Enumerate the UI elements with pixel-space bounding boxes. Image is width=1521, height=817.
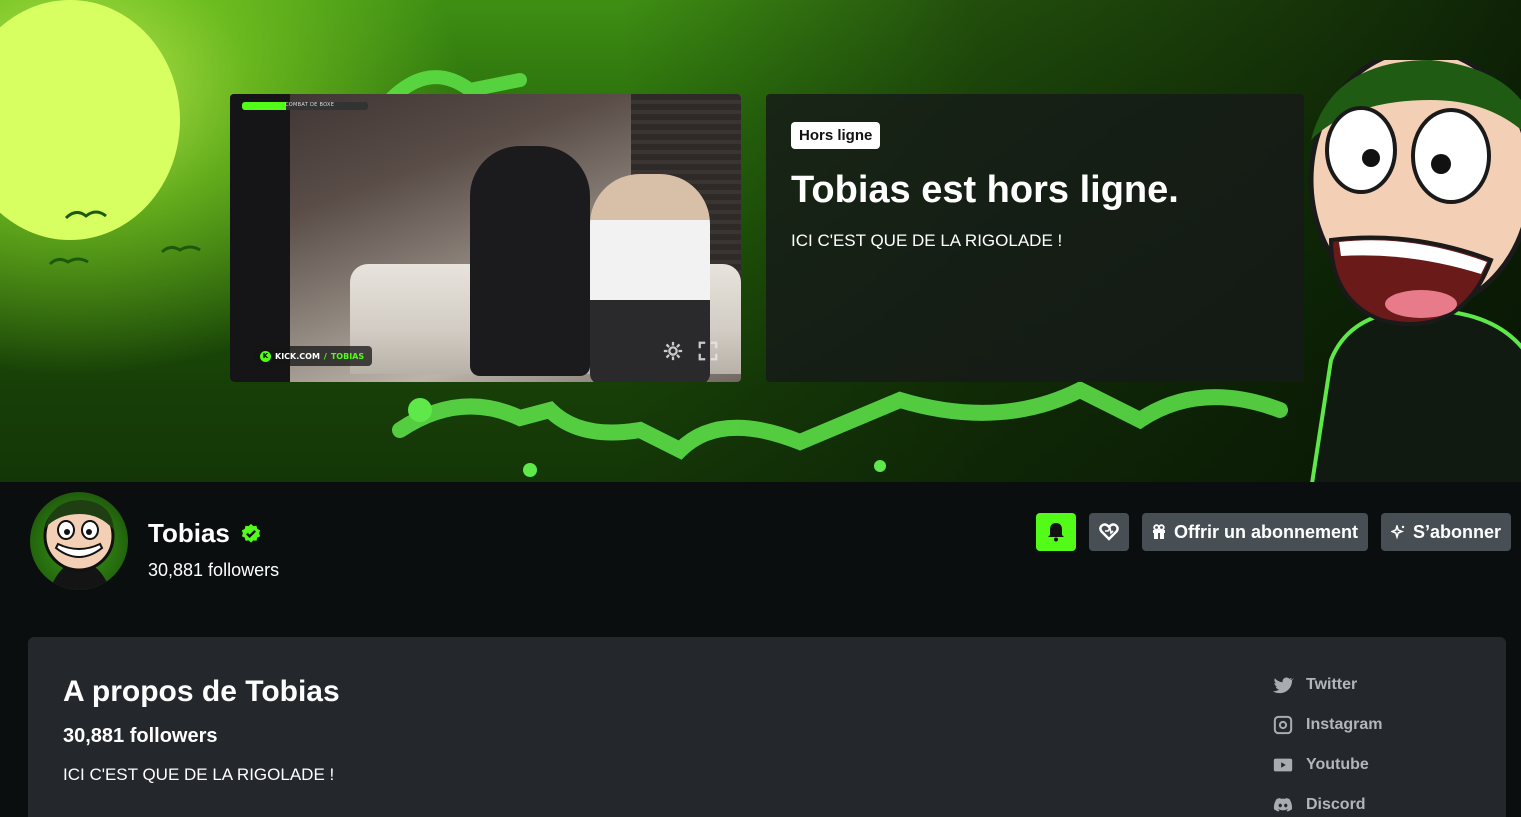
twitter-icon — [1272, 677, 1294, 694]
channel-name-text: Tobias — [148, 518, 230, 548]
offline-status-badge: Hors ligne — [791, 122, 881, 149]
notification-bell-button[interactable] — [1035, 513, 1076, 551]
channel-actions: Offrir un abonnement S’abonner — [1035, 513, 1511, 551]
social-link-youtube[interactable]: Youtube — [1272, 753, 1382, 777]
kick-logo-icon: K — [260, 350, 271, 362]
avatar-cartoon-face — [43, 500, 115, 590]
gift-subscription-label: Offrir un abonnement — [1173, 521, 1358, 542]
bird-illustration — [160, 245, 201, 254]
social-label: Discord — [1306, 796, 1366, 813]
bird-illustration — [64, 210, 107, 220]
about-followers-count: 30,881 followers — [63, 725, 218, 747]
offline-description: ICI C'EST QUE DE LA RIGOLADE ! — [791, 230, 1063, 250]
gift-icon — [1152, 524, 1165, 539]
instagram-icon — [1273, 715, 1293, 735]
social-label: Twitter — [1306, 676, 1358, 693]
social-link-discord[interactable]: Discord — [1272, 793, 1382, 817]
follow-heart-button[interactable] — [1088, 513, 1129, 551]
channel-banner: COMBAT DE BOXE K KICK.COM / TOBIAS Hors li… — [0, 0, 1521, 482]
channel-avatar[interactable] — [30, 492, 128, 590]
subscribe-label: S’abonner — [1412, 521, 1501, 542]
offline-title: Tobias est hors ligne. — [791, 169, 1179, 211]
youtube-icon — [1273, 758, 1293, 772]
social-links: Twitter Instagram Youtube Discord — [1272, 673, 1382, 817]
stream-preview-thumbnail[interactable]: COMBAT DE BOXE K KICK.COM / TOBIAS — [230, 94, 741, 382]
heart-icon — [1099, 523, 1119, 541]
social-label: Youtube — [1306, 756, 1369, 773]
stream-hud-label: COMBAT DE BOXE — [285, 102, 335, 108]
channel-name: Tobias — [148, 518, 262, 549]
gear-icon[interactable] — [662, 340, 684, 362]
subscribe-button[interactable]: S’abonner — [1380, 513, 1511, 551]
verified-badge-icon — [241, 523, 261, 543]
sparkle-icon — [1390, 525, 1405, 539]
about-title: A propos de Tobias — [63, 675, 340, 708]
bell-icon — [1047, 523, 1064, 542]
social-label: Instagram — [1306, 716, 1383, 733]
kick-watermark: K KICK.COM / TOBIAS — [254, 346, 373, 366]
mascot-illustration — [1308, 60, 1521, 482]
offline-info-card: Hors ligne Tobias est hors ligne. ICI C'… — [766, 94, 1304, 382]
gift-subscription-button[interactable]: Offrir un abonnement — [1141, 513, 1368, 551]
channel-followers-count: 30,881 followers — [148, 560, 280, 580]
social-link-twitter[interactable]: Twitter — [1272, 673, 1382, 697]
fullscreen-icon[interactable] — [697, 340, 719, 362]
about-description: ICI C'EST QUE DE LA RIGOLADE ! — [63, 765, 335, 784]
paint-splash — [392, 381, 1288, 477]
discord-icon — [1273, 797, 1293, 812]
banner-sun — [0, 0, 180, 240]
bird-illustration — [48, 257, 89, 266]
social-link-instagram[interactable]: Instagram — [1272, 713, 1382, 737]
about-panel: A propos de Tobias 30,881 followers ICI … — [28, 637, 1506, 817]
